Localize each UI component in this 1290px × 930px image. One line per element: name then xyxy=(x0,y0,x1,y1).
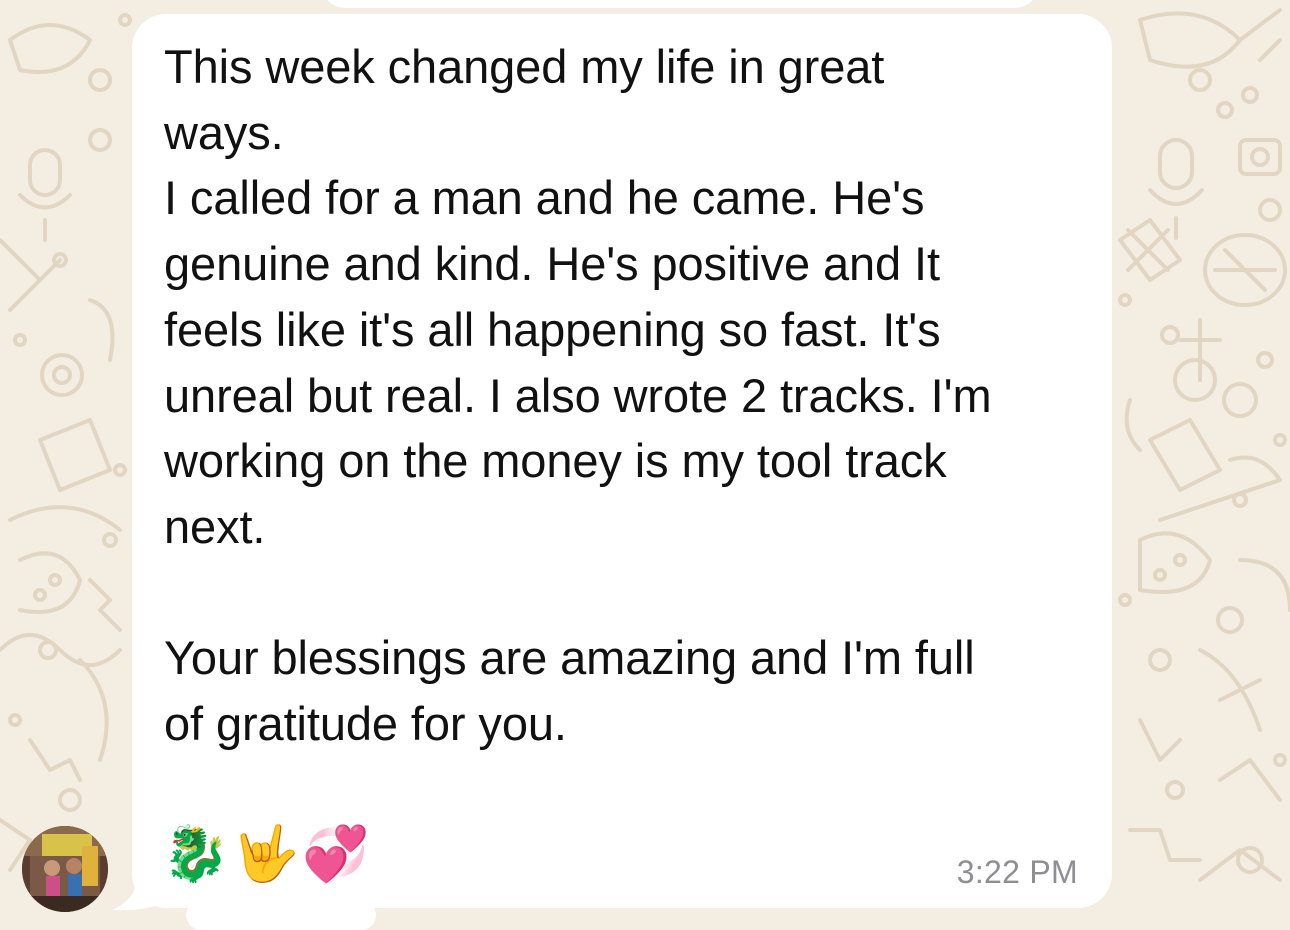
previous-message-bubble-edge xyxy=(320,0,1040,8)
avatar-photo xyxy=(22,826,108,912)
revolving-hearts-emoji: 💞 xyxy=(302,822,370,885)
message-timestamp: 3:22 PM xyxy=(956,854,1078,890)
message-text: This week changed my life in great ways.… xyxy=(164,40,992,751)
love-you-gesture-emoji: 🤟 xyxy=(232,822,300,885)
sender-avatar[interactable] xyxy=(22,826,108,912)
message-bubble[interactable]: This week changed my life in great ways.… xyxy=(132,14,1112,908)
dragon-emoji: 🐉 xyxy=(162,822,230,885)
emoji-row: 🐉 🤟 💞 xyxy=(162,814,370,894)
